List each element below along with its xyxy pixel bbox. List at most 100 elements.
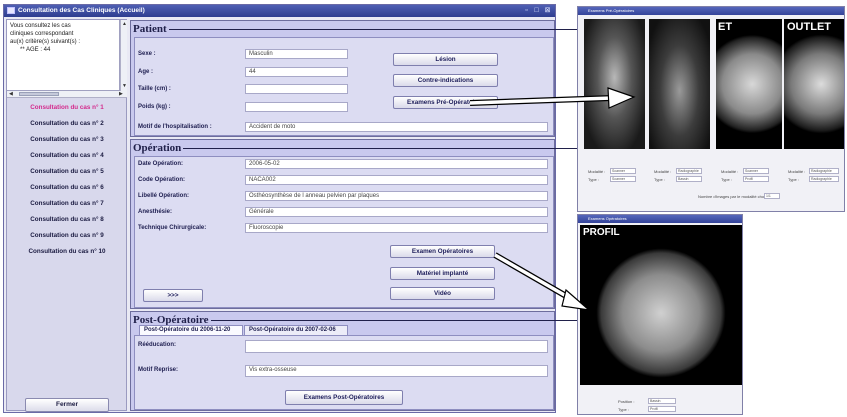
case-link-8[interactable]: Consultation du cas n° 8	[7, 216, 127, 223]
case-link-7[interactable]: Consultation du cas n° 7	[7, 200, 127, 207]
vertical-scrollbar[interactable]: ▲ ▼	[120, 20, 127, 91]
case-link-1[interactable]: Consultation du cas n° 1	[7, 104, 127, 111]
motif-reprise-field[interactable]: Vis extra-osseuse	[245, 365, 548, 377]
patient-section: Patient Sexe : Masculin Age : 44 Taille …	[130, 20, 663, 137]
operation-section: Opération Date Opération: 2006-05-02 Cod…	[130, 139, 687, 309]
criteria-line: au(x) critère(s) suivant(s) :	[10, 39, 81, 45]
preop-viewer-titlebar: Examens Pré-Opératoires	[578, 7, 844, 15]
sexe-field[interactable]: Masculin	[245, 49, 348, 59]
type-label: Type :	[588, 177, 599, 182]
next-button[interactable]: >>>	[143, 289, 203, 302]
modalite-field-1[interactable]: Scanner	[610, 168, 636, 174]
modalite-label: Modalité :	[588, 169, 606, 174]
case-link-9[interactable]: Consultation du cas n° 9	[7, 232, 127, 239]
examens-pre-operatoires-button[interactable]: Examens Pré-Opératoires	[393, 96, 498, 109]
age-label: Age :	[138, 69, 153, 75]
xray-image-1[interactable]	[584, 19, 645, 149]
reeducation-field[interactable]	[245, 340, 548, 353]
postop-panel: Rééducation: Motif Reprise: Vis extra-os…	[134, 335, 554, 410]
close-button[interactable]: Fermer	[25, 398, 109, 412]
date-operation-label: Date Opération:	[138, 161, 184, 167]
motif-hospitalisation-field[interactable]: Accident de moto	[245, 122, 548, 132]
technique-chirurgicale-field[interactable]: Fluoroscopie	[245, 223, 548, 233]
xray-image-profil[interactable]: PROFIL	[580, 225, 742, 385]
main-window: Consultation des Cas Cliniques (Accueil)…	[3, 4, 708, 413]
patient-panel: Sexe : Masculin Age : 44 Taille (cm) : P…	[134, 37, 554, 136]
taille-label: Taille (cm) :	[138, 86, 171, 92]
reeducation-label: Rééducation:	[138, 342, 177, 348]
libelle-operation-field[interactable]: Osthéosynthèse de l anneau pelvien par p…	[245, 191, 548, 201]
contre-indications-button[interactable]: Contre-indications	[393, 74, 498, 87]
code-operation-field[interactable]: NACA002	[245, 175, 548, 185]
taille-field[interactable]	[245, 84, 348, 94]
examen-operatoires-button[interactable]: Examen Opératoires	[390, 245, 495, 258]
scroll-up-icon[interactable]: ▲	[122, 21, 127, 27]
poids-label: Poids (kg) :	[138, 104, 171, 110]
close-icon[interactable]: ⊠	[543, 7, 552, 15]
op-images-window: Examens Opératoires PROFIL Position : Ba…	[577, 214, 743, 415]
anesthesie-field[interactable]: Générale	[245, 207, 548, 217]
date-operation-field[interactable]: 2006-05-02	[245, 159, 548, 169]
type-label: Type :	[788, 177, 799, 182]
preop-images-window: Examens Pré-Opératoires ET OUTLET Modali…	[577, 6, 845, 212]
type-field-3[interactable]: Profil	[743, 176, 769, 182]
case-link-10[interactable]: Consultation du cas n° 10	[7, 248, 127, 255]
type-field-1[interactable]: Scanner	[610, 176, 636, 182]
xray-image-4[interactable]: OUTLET	[784, 19, 844, 149]
video-button[interactable]: Vidéo	[390, 287, 495, 300]
criteria-line: ** AGE : 44	[20, 47, 51, 53]
modalite-field-4[interactable]: Radiographie	[809, 168, 839, 174]
xray-image-profil-label: PROFIL	[583, 227, 620, 238]
sidebar: Vous consultez les cas cliniques corresp…	[6, 19, 127, 412]
criteria-text-area[interactable]: Vous consultez les cas cliniques corresp…	[7, 20, 120, 91]
patient-section-title: Patient	[133, 23, 663, 35]
examens-post-operatoires-button[interactable]: Examens Post-Opératoires	[285, 390, 403, 405]
type-label: Type :	[654, 177, 665, 182]
type-field-4[interactable]: Radiographie	[809, 176, 839, 182]
preop-viewer-title: Examens Pré-Opératoires	[588, 8, 635, 13]
maximize-icon[interactable]: □	[532, 7, 541, 15]
image-count-label: Nombre d'images par le modalité choisie …	[698, 194, 773, 199]
xray-image-4-label: OUTLET	[787, 21, 831, 33]
xray-image-2[interactable]	[649, 19, 710, 149]
scroll-left-icon[interactable]: ◀	[9, 91, 13, 97]
motif-reprise-label: Motif Reprise:	[138, 367, 179, 373]
operation-section-title: Opération	[133, 142, 687, 154]
horizontal-scrollbar[interactable]: ◀ ▶	[7, 91, 127, 98]
lesion-button[interactable]: Lésion	[393, 53, 498, 66]
materiel-implante-button[interactable]: Matériel implanté	[390, 267, 495, 280]
case-link-6[interactable]: Consultation du cas n° 6	[7, 184, 127, 191]
code-operation-label: Code Opération:	[138, 177, 186, 183]
modalite-field-3[interactable]: Scanner	[743, 168, 769, 174]
poids-field[interactable]	[245, 102, 348, 112]
anesthesie-label: Anesthésie:	[138, 209, 173, 215]
scroll-down-icon[interactable]: ▼	[122, 83, 127, 89]
xray-image-3[interactable]: ET	[716, 19, 782, 149]
app-icon	[7, 7, 15, 14]
scroll-right-icon[interactable]: ▶	[119, 91, 123, 97]
image-count-field[interactable]: 1/1	[764, 193, 780, 199]
modalite-field-2[interactable]: Radiographie	[676, 168, 702, 174]
modalite-label: Modalité :	[721, 169, 739, 174]
type-field-2[interactable]: Bassin	[676, 176, 702, 182]
case-link-3[interactable]: Consultation du cas n° 3	[7, 136, 127, 143]
age-field[interactable]: 44	[245, 67, 348, 77]
postop-section: Post-Opératoire Post-Opératoire du 2006-…	[130, 311, 708, 411]
case-link-4[interactable]: Consultation du cas n° 4	[7, 152, 127, 159]
xray-image-3-label: ET	[718, 21, 733, 33]
libelle-operation-label: Libellé Opération:	[138, 193, 190, 199]
window-title: Consultation des Cas Cliniques (Accueil)	[18, 7, 145, 14]
modalite-label: Modalité :	[654, 169, 672, 174]
position-field[interactable]: Bassin	[648, 398, 676, 404]
type-field[interactable]: Profil	[648, 406, 676, 412]
case-link-2[interactable]: Consultation du cas n° 2	[7, 120, 127, 127]
type-label: Type :	[721, 177, 732, 182]
title-bar: Consultation des Cas Cliniques (Accueil)…	[4, 5, 555, 17]
scroll-thumb[interactable]	[19, 92, 59, 96]
technique-chirurgicale-label: Technique Chirurgicale:	[138, 225, 207, 231]
case-link-5[interactable]: Consultation du cas n° 5	[7, 168, 127, 175]
criteria-line: cliniques correspondant	[10, 31, 74, 37]
motif-hospitalisation-label: Motif de l'hospitalisation :	[138, 124, 212, 130]
modalite-label: Modalité :	[788, 169, 806, 174]
minimize-icon[interactable]: ▫	[522, 7, 531, 15]
